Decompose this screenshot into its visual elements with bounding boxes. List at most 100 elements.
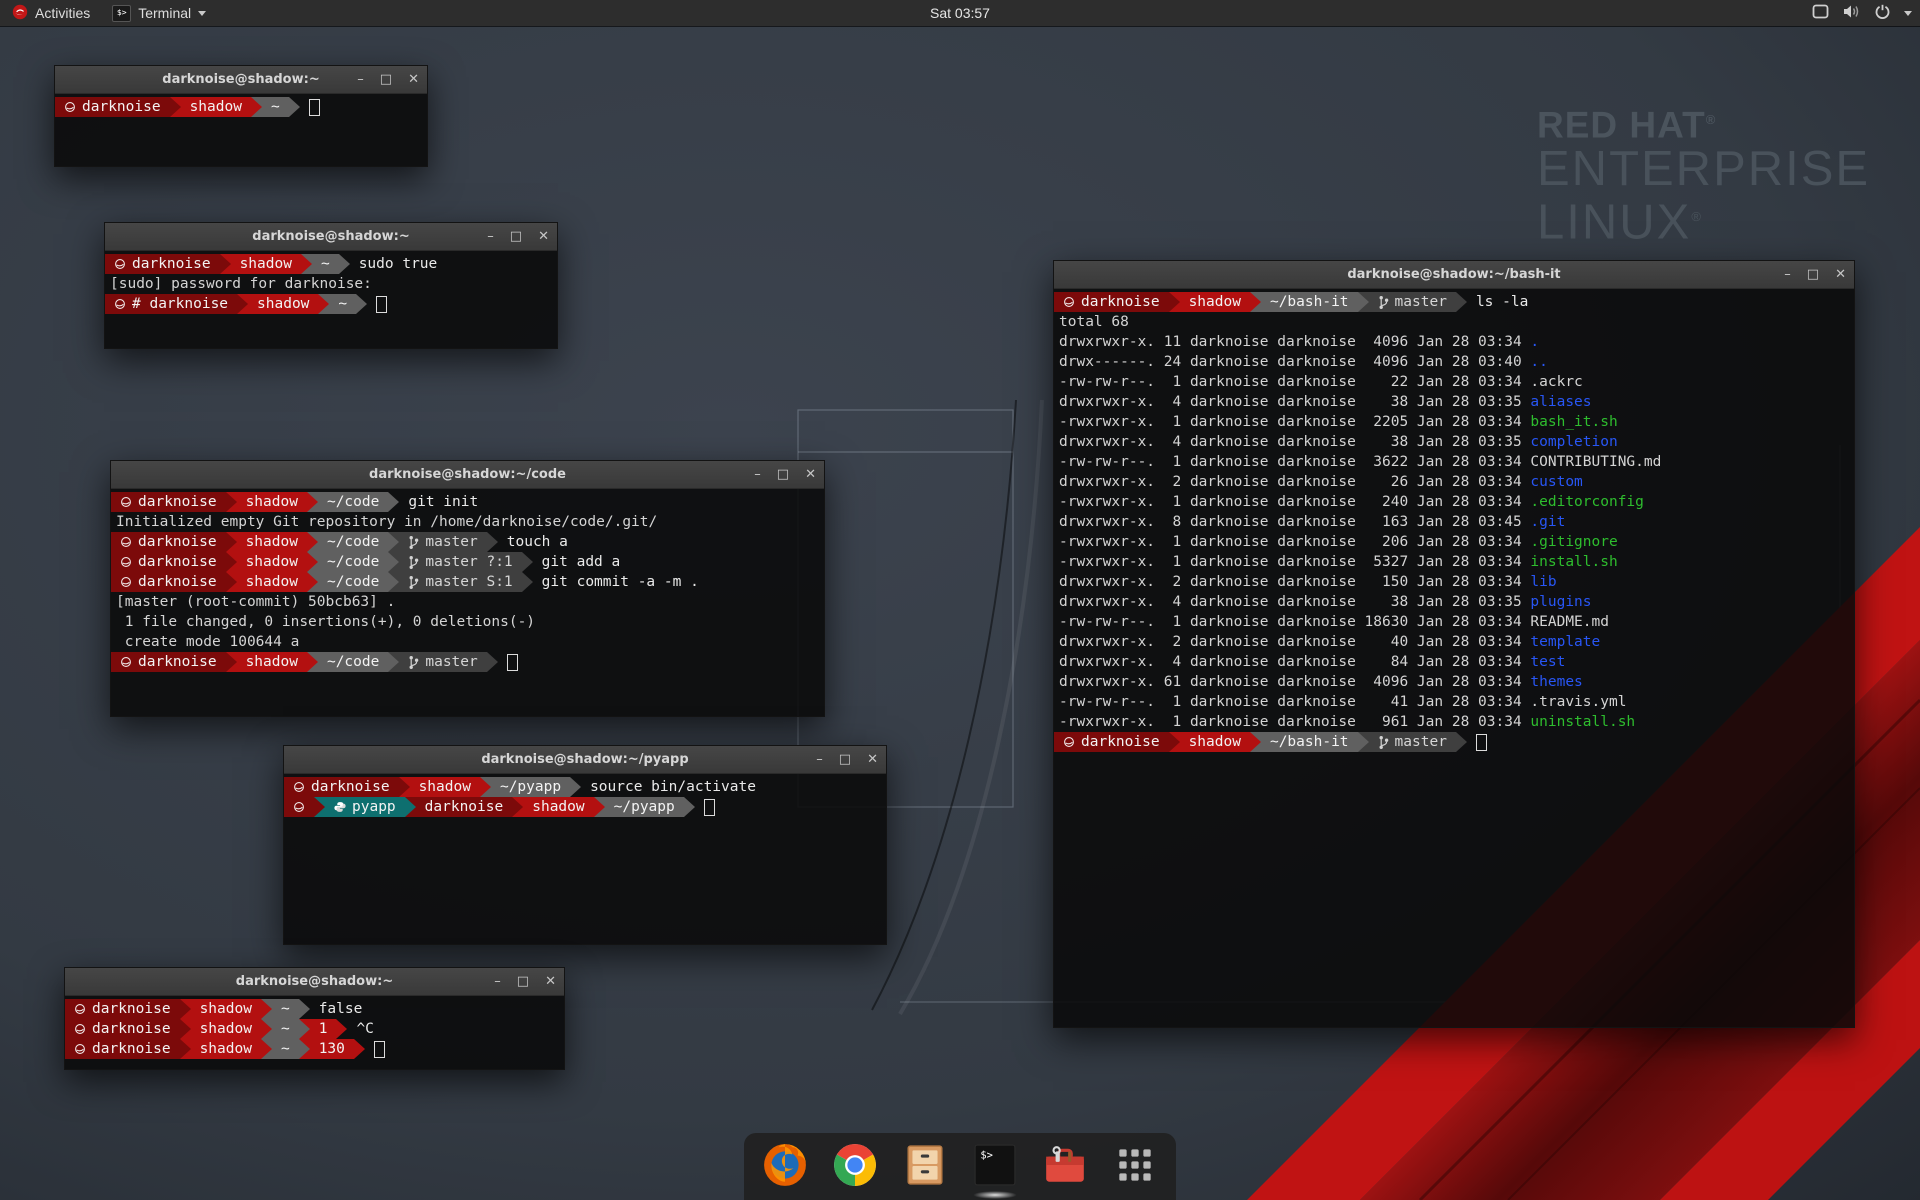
segment-label: darknoise — [138, 652, 217, 672]
close-button[interactable]: ✕ — [867, 753, 878, 766]
files-icon — [902, 1142, 948, 1188]
power-icon[interactable] — [1875, 4, 1890, 22]
terminal-cursor — [309, 99, 320, 116]
clock[interactable]: Sat 03:57 — [930, 5, 990, 21]
terminal-content[interactable]: darknoiseshadow~falsedarknoiseshadow~1^C… — [65, 996, 564, 1059]
display-icon[interactable] — [1812, 4, 1829, 22]
terminal-content[interactable]: darknoiseshadow~/bash-itmasterls -latota… — [1054, 289, 1854, 752]
prompt-segment-exit: 1 — [310, 1019, 337, 1039]
segment-label: shadow — [257, 294, 309, 314]
command-text: ^C — [347, 1019, 373, 1039]
terminal-output-line: [master (root-commit) 50bcb63] . — [111, 592, 824, 612]
powerline-separator — [318, 294, 329, 314]
close-button[interactable]: ✕ — [545, 975, 556, 988]
file-name: .ackrc — [1530, 372, 1582, 392]
segment-label: shadow — [246, 572, 298, 592]
file-name: README.md — [1530, 612, 1609, 632]
window-titlebar[interactable]: darknoise@shadow:~–□✕ — [105, 223, 557, 251]
command-text: sudo true — [350, 254, 438, 274]
segment-label: darknoise — [138, 492, 217, 512]
powerline-separator — [594, 797, 605, 817]
segment-label: ~/code — [327, 552, 379, 572]
close-button[interactable]: ✕ — [408, 73, 419, 86]
prompt-line: darknoiseshadow~/codemaster — [111, 652, 824, 672]
volume-icon[interactable] — [1843, 4, 1861, 22]
prompt-segment-path: ~/code — [318, 532, 388, 552]
dock-item-firefox[interactable] — [762, 1142, 808, 1188]
git-branch-icon — [1378, 295, 1389, 310]
file-list-row: drwxrwxr-x. 4 darknoise darknoise 38 Jan… — [1054, 592, 1854, 612]
segment-label: pyapp — [352, 797, 396, 817]
app-menu-terminal[interactable]: $> Terminal — [102, 0, 216, 26]
command-text: git add a — [533, 552, 621, 572]
segment-label: master — [1395, 292, 1447, 312]
segment-label: darknoise — [138, 572, 217, 592]
minimize-button[interactable]: – — [357, 73, 364, 86]
dock-item-chrome[interactable] — [832, 1142, 878, 1188]
maximize-button[interactable]: □ — [839, 753, 851, 766]
maximize-button[interactable]: □ — [380, 73, 392, 86]
file-attributes: drwxrwxr-x. 4 darknoise darknoise 84 Jan… — [1059, 652, 1530, 672]
powerline-separator — [1169, 732, 1180, 752]
file-name: template — [1530, 632, 1600, 652]
file-name: .gitignore — [1530, 532, 1617, 552]
minimize-button[interactable]: – — [487, 230, 494, 243]
powerline-separator — [1169, 292, 1180, 312]
dock-item-terminal[interactable]: $> — [972, 1142, 1018, 1188]
close-button[interactable]: ✕ — [1835, 268, 1846, 281]
prompt-segment-user: darknoise — [284, 777, 399, 797]
maximize-button[interactable]: □ — [510, 230, 522, 243]
terminal-content[interactable]: darknoiseshadow~ — [55, 94, 427, 117]
file-attributes: drwxrwxr-x. 4 darknoise darknoise 38 Jan… — [1059, 432, 1530, 452]
prompt-line: darknoiseshadow~/codemastertouch a — [111, 532, 824, 552]
window-titlebar[interactable]: darknoise@shadow:~/code–□✕ — [111, 461, 824, 489]
powerline-separator — [170, 97, 181, 117]
redhat-icon — [120, 536, 132, 548]
maximize-button[interactable]: □ — [777, 468, 789, 481]
window-titlebar[interactable]: darknoise@shadow:~/bash-it– □ ✕ — [1054, 261, 1854, 289]
activities-button[interactable]: Activities — [0, 0, 102, 26]
segment-label: ~ — [281, 999, 290, 1019]
prompt-segment-venv: pyapp — [325, 797, 405, 817]
window-title: darknoise@shadow:~/bash-it — [1054, 261, 1854, 288]
chevron-down-icon[interactable] — [1904, 11, 1912, 16]
minimize-button[interactable]: – — [754, 468, 761, 481]
terminal-window-pyapp: darknoise@shadow:~/pyapp– □ ✕ darknoise shad… — [283, 745, 887, 945]
prompt-segment-host: shadow — [523, 797, 593, 817]
dock-item-toolbox[interactable] — [1042, 1142, 1088, 1188]
window-titlebar[interactable]: darknoise@shadow:~/pyapp– □ ✕ — [284, 746, 886, 774]
powerline-separator — [261, 1019, 272, 1039]
powerline-separator — [261, 999, 272, 1019]
window-title: darknoise@shadow:~/pyapp — [284, 746, 886, 773]
maximize-button[interactable]: □ — [517, 975, 529, 988]
terminal-content[interactable]: darknoiseshadow~/codegit initInitialized… — [111, 489, 824, 672]
window-titlebar[interactable]: darknoise@shadow:~–□✕ — [65, 968, 564, 996]
app-menu-label: Terminal — [138, 5, 191, 21]
file-list-row: -rw-rw-r--. 1 darknoise darknoise 22 Jan… — [1054, 372, 1854, 392]
minimize-button[interactable]: – — [494, 975, 501, 988]
dock-item-app-grid[interactable] — [1112, 1142, 1158, 1188]
segment-label: ~/code — [327, 652, 379, 672]
redhat-icon — [74, 1003, 86, 1015]
redhat-icon — [74, 1043, 86, 1055]
prompt-segment-user: darknoise — [111, 572, 226, 592]
maximize-button[interactable]: □ — [1807, 268, 1819, 281]
brand-line-redhat: RED HAT® — [1537, 100, 1870, 145]
powerline-separator — [299, 1039, 310, 1059]
prompt-segment-host: shadow — [237, 572, 307, 592]
close-button[interactable]: ✕ — [805, 468, 816, 481]
terminal-content[interactable]: darknoiseshadow~sudo true[sudo] password… — [105, 251, 557, 314]
file-list-row: drwxrwxr-x. 2 darknoise darknoise 150 Ja… — [1054, 572, 1854, 592]
minimize-button[interactable]: – — [816, 753, 823, 766]
file-name: completion — [1530, 432, 1617, 452]
redhat-icon — [1063, 296, 1075, 308]
window-titlebar[interactable]: darknoise@shadow:~–□✕ — [55, 66, 427, 94]
segment-label: shadow — [200, 999, 252, 1019]
prompt-segment-path: ~/bash-it — [1261, 292, 1358, 312]
dock-item-files[interactable] — [902, 1142, 948, 1188]
terminal-content[interactable]: darknoiseshadow~/pyappsource bin/activat… — [284, 774, 886, 817]
powerline-separator — [237, 294, 248, 314]
close-button[interactable]: ✕ — [538, 230, 549, 243]
minimize-button[interactable]: – — [1784, 268, 1791, 281]
segment-label: ~/pyapp — [614, 797, 675, 817]
